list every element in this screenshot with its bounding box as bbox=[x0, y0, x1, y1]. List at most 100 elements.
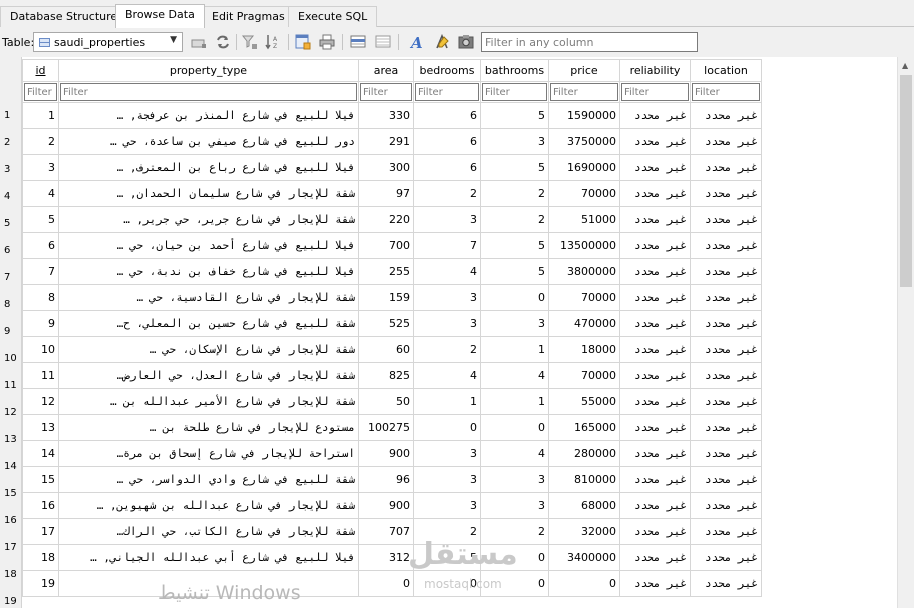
cell-reliability[interactable]: غير محدد bbox=[619, 232, 691, 259]
cell-id[interactable]: 9 bbox=[22, 310, 59, 337]
table-row[interactable]: 18 فيلا للبيع في شارع أبي عبدالله الجياني… bbox=[22, 544, 762, 571]
cell-property-type[interactable]: دور للبيع في شارع صيفي بن ساعدة، حي … bbox=[58, 128, 359, 155]
cell-area[interactable]: 700 bbox=[358, 232, 414, 259]
cell-reliability[interactable]: غير محدد bbox=[619, 180, 691, 207]
cell-price[interactable]: 1690000 bbox=[548, 154, 620, 181]
cell-reliability[interactable]: غير محدد bbox=[619, 570, 691, 597]
settings-icon[interactable] bbox=[457, 33, 475, 51]
cell-reliability[interactable]: غير محدد bbox=[619, 102, 691, 129]
cell-id[interactable]: 8 bbox=[22, 284, 59, 311]
scroll-up-icon[interactable]: ▲ bbox=[902, 61, 908, 70]
filter-input-price[interactable] bbox=[550, 83, 618, 101]
cell-id[interactable]: 13 bbox=[22, 414, 59, 441]
table-row[interactable]: 4 شقة للإيجار في شارع سليمان الحمدان, … 97… bbox=[22, 180, 762, 207]
cell-reliability[interactable]: غير محدد bbox=[619, 414, 691, 441]
cell-id[interactable]: 11 bbox=[22, 362, 59, 389]
cell-location[interactable]: غير محدد bbox=[690, 466, 762, 493]
cell-location[interactable]: غير محدد bbox=[690, 414, 762, 441]
cell-price[interactable]: 18000 bbox=[548, 336, 620, 363]
cell-price[interactable]: 70000 bbox=[548, 362, 620, 389]
row-number[interactable]: 7 bbox=[4, 272, 10, 283]
row-number[interactable]: 4 bbox=[4, 191, 10, 202]
insert-record-icon[interactable] bbox=[349, 33, 367, 51]
table-row[interactable]: 3 فيلا للبيع في شارع رباع بن المعترف, … 30… bbox=[22, 154, 762, 181]
cell-price[interactable]: 32000 bbox=[548, 518, 620, 545]
cell-bedrooms[interactable]: 3 bbox=[413, 492, 481, 519]
cell-reliability[interactable]: غير محدد bbox=[619, 336, 691, 363]
cell-property-type[interactable]: شقة للإيجار في شارع العدل، حي العارض… bbox=[58, 362, 359, 389]
cell-property-type[interactable]: شقة للإيجار في شارع جرير، حي جرير, … bbox=[58, 206, 359, 233]
cell-bathrooms[interactable]: 2 bbox=[480, 518, 549, 545]
row-number[interactable]: 13 bbox=[4, 434, 17, 445]
cell-price[interactable]: 3800000 bbox=[548, 258, 620, 285]
cell-bathrooms[interactable]: 0 bbox=[480, 544, 549, 571]
text-format-icon[interactable]: A bbox=[408, 33, 426, 51]
cell-bedrooms[interactable]: 3 bbox=[413, 206, 481, 233]
cell-property-type[interactable]: فيلا للبيع في شارع أحمد بن حيان، حي … bbox=[58, 232, 359, 259]
row-number[interactable]: 14 bbox=[4, 461, 17, 472]
table-row[interactable]: 8 شقة للإيجار في شارع القادسية، حي … 159 3 0… bbox=[22, 284, 762, 311]
cell-price[interactable]: 1590000 bbox=[548, 102, 620, 129]
cell-location[interactable]: غير محدد bbox=[690, 570, 762, 597]
tab-database-structure[interactable]: Database Structure bbox=[0, 6, 128, 27]
cell-area[interactable]: 50 bbox=[358, 388, 414, 415]
cell-location[interactable]: غير محدد bbox=[690, 518, 762, 545]
row-number[interactable]: 15 bbox=[4, 488, 17, 499]
cell-price[interactable]: 3400000 bbox=[548, 544, 620, 571]
cell-bathrooms[interactable]: 0 bbox=[480, 284, 549, 311]
cell-property-type[interactable]: شقة للإيجار في شارع الإسكان، حي … bbox=[58, 336, 359, 363]
cell-reliability[interactable]: غير محدد bbox=[619, 492, 691, 519]
save-table-icon[interactable] bbox=[294, 33, 312, 51]
cell-id[interactable]: 17 bbox=[22, 518, 59, 545]
cell-reliability[interactable]: غير محدد bbox=[619, 284, 691, 311]
column-header-price[interactable]: price bbox=[548, 59, 620, 82]
cell-bathrooms[interactable]: 4 bbox=[480, 440, 549, 467]
cell-bedrooms[interactable]: 0 bbox=[413, 414, 481, 441]
table-row[interactable]: 12 شقة للإيجار في شارع الأمير عبدالله بن … bbox=[22, 388, 762, 415]
cell-property-type[interactable]: فيلا للبيع في شارع أبي عبدالله الجياني, … bbox=[58, 544, 359, 571]
cell-area[interactable]: 96 bbox=[358, 466, 414, 493]
cell-bedrooms[interactable]: 5 bbox=[413, 544, 481, 571]
cell-property-type[interactable]: مستودع للإيجار في شارع طلحة بن … bbox=[58, 414, 359, 441]
cell-reliability[interactable]: غير محدد bbox=[619, 440, 691, 467]
row-number[interactable]: 6 bbox=[4, 245, 10, 256]
cell-bathrooms[interactable]: 2 bbox=[480, 206, 549, 233]
cell-id[interactable]: 2 bbox=[22, 128, 59, 155]
cell-id[interactable]: 19 bbox=[22, 570, 59, 597]
cell-area[interactable]: 255 bbox=[358, 258, 414, 285]
cell-id[interactable]: 15 bbox=[22, 466, 59, 493]
cell-bathrooms[interactable]: 3 bbox=[480, 492, 549, 519]
cell-bathrooms[interactable]: 1 bbox=[480, 388, 549, 415]
cell-bathrooms[interactable]: 2 bbox=[480, 180, 549, 207]
row-number[interactable]: 18 bbox=[4, 569, 17, 580]
table-row[interactable]: 13 مستودع للإيجار في شارع طلحة بن … 100275… bbox=[22, 414, 762, 441]
cell-reliability[interactable]: غير محدد bbox=[619, 128, 691, 155]
cell-location[interactable]: غير محدد bbox=[690, 492, 762, 519]
filter-input-bedrooms[interactable] bbox=[415, 83, 479, 101]
cell-price[interactable]: 280000 bbox=[548, 440, 620, 467]
filter-input-area[interactable] bbox=[360, 83, 412, 101]
cell-bedrooms[interactable]: 4 bbox=[413, 362, 481, 389]
cell-area[interactable]: 900 bbox=[358, 440, 414, 467]
scrollbar-thumb[interactable] bbox=[900, 75, 912, 287]
cell-property-type[interactable]: شقة للإيجار في شارع سليمان الحمدان, … bbox=[58, 180, 359, 207]
table-row[interactable]: 9 شقة للبيع في شارع حسين بن المعلي، ح… 525… bbox=[22, 310, 762, 337]
cell-bathrooms[interactable]: 3 bbox=[480, 466, 549, 493]
cell-property-type[interactable]: شقة للبيع في شارع وادي الدواسر، حي … bbox=[58, 466, 359, 493]
cell-property-type[interactable] bbox=[58, 570, 359, 597]
cell-bathrooms[interactable]: 0 bbox=[480, 414, 549, 441]
cell-property-type[interactable]: شقة للإيجار في شارع عبدالله بن شهيوين, … bbox=[58, 492, 359, 519]
vertical-scrollbar[interactable]: ▲ bbox=[897, 57, 914, 608]
table-select[interactable]: saudi_properties ▼ bbox=[33, 32, 183, 52]
cell-bathrooms[interactable]: 4 bbox=[480, 362, 549, 389]
filter-input-id[interactable] bbox=[24, 83, 57, 101]
cell-id[interactable]: 1 bbox=[22, 102, 59, 129]
cell-price[interactable]: 470000 bbox=[548, 310, 620, 337]
cell-area[interactable]: 330 bbox=[358, 102, 414, 129]
cell-area[interactable]: 291 bbox=[358, 128, 414, 155]
cell-location[interactable]: غير محدد bbox=[690, 102, 762, 129]
cell-bedrooms[interactable]: 7 bbox=[413, 232, 481, 259]
column-header-property-type[interactable]: property_type bbox=[58, 59, 359, 82]
cell-bathrooms[interactable]: 5 bbox=[480, 232, 549, 259]
column-header-id[interactable]: id bbox=[22, 59, 59, 82]
